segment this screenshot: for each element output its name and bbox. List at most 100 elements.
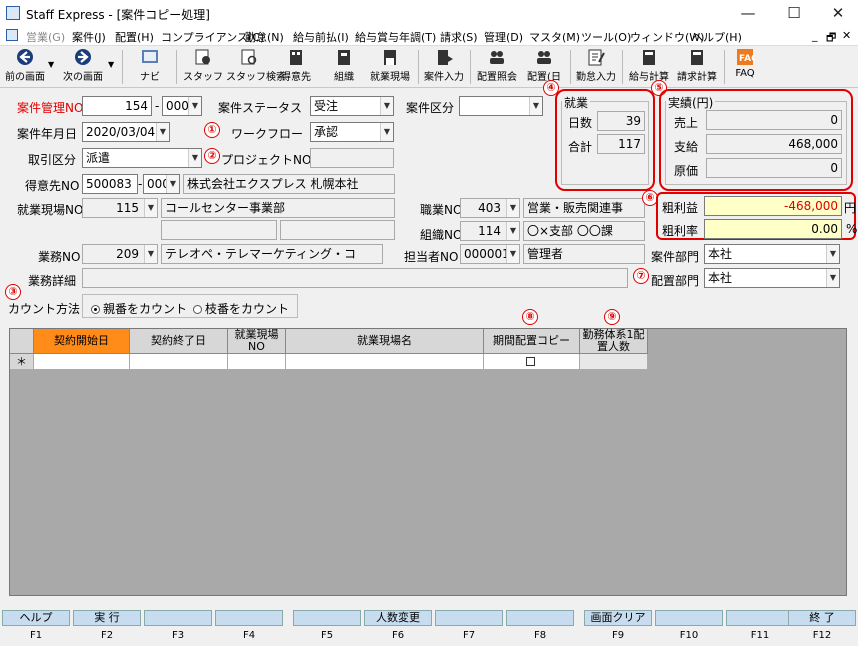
genba-no-field[interactable]: 115 ▼ (82, 198, 158, 218)
radio-oyaban[interactable]: 親番をカウント (91, 300, 187, 317)
anken-sub-select[interactable]: 000 ▼ (162, 96, 202, 116)
f3-button[interactable] (144, 610, 212, 626)
f8-button[interactable] (506, 610, 574, 626)
staff-button[interactable]: スタッフ (182, 48, 224, 86)
cell-period-copy[interactable] (484, 354, 580, 370)
cell-headcount[interactable] (580, 354, 648, 370)
f6-button[interactable]: 人数変更 (364, 610, 432, 626)
col-start-date[interactable]: 契約開始日 (34, 329, 130, 354)
chevron-down-icon: ▼ (144, 199, 157, 217)
customer-button[interactable]: 得意先 (276, 48, 316, 86)
menu-help[interactable]: ヘルプ(H) (692, 29, 742, 45)
maximize-button[interactable]: ☐ (772, 0, 816, 26)
menu-eigyo[interactable]: 営業(G) (26, 29, 65, 45)
staff-search-button[interactable]: スタッフ検索 (226, 48, 286, 86)
col-end-date[interactable]: 契約終了日 (130, 329, 228, 354)
tokui-dash: - (138, 177, 143, 191)
f1-button[interactable]: ヘルプ (2, 610, 70, 626)
worksite-button[interactable]: 就業現場 (366, 48, 414, 86)
cell-start-date[interactable] (34, 354, 130, 370)
menu-maebarai[interactable]: 給与前払(I) (293, 29, 349, 45)
f9-button[interactable]: 画面クリア (584, 610, 652, 626)
f12-button[interactable]: 終 了 (788, 610, 856, 626)
col-period-copy[interactable]: 期間配置コピー (484, 329, 580, 354)
organization-button[interactable]: 組織 (324, 48, 364, 86)
people-calendar-icon (537, 51, 551, 64)
kubun-select[interactable]: ▼ (459, 96, 543, 116)
gyomu-no-field[interactable]: 209 ▼ (82, 244, 158, 264)
f5-key-label: F5 (320, 630, 334, 641)
menu-haichi[interactable]: 配置(H) (115, 29, 154, 45)
menu-seikyu[interactable]: 請求(S) (440, 29, 478, 45)
tokui-no-field[interactable]: 500083 (82, 174, 138, 194)
marker-7: ⑦ (633, 268, 649, 284)
cell-end-date[interactable] (130, 354, 228, 370)
prev-screen-button[interactable]: 前の画面 (2, 48, 48, 86)
next-dropdown-icon[interactable]: ▼ (108, 60, 114, 69)
cell-worksite-name[interactable] (286, 354, 484, 370)
chevron-down-icon: ▼ (506, 222, 519, 240)
shokushu-name-field: 営業・販売関連事 (523, 198, 645, 218)
staff-label: スタッフ (183, 72, 223, 83)
kintai-input-button[interactable]: 勤怠入力 (574, 48, 618, 86)
period-copy-checkbox[interactable] (526, 357, 535, 366)
project-label: プロジェクトNO (221, 153, 312, 167)
radio-edaban[interactable]: 枝番をカウント (193, 300, 289, 317)
f2-button[interactable]: 実 行 (73, 610, 141, 626)
f5-button[interactable] (293, 610, 361, 626)
menu-kyuyo[interactable]: 給与賞与年調(T) (355, 29, 436, 45)
menu-tool[interactable]: ツール(O) (581, 29, 631, 45)
contract-grid[interactable]: 契約開始日 契約終了日 就業現場NO 就業現場名 期間配置コピー 勤務体系1配置… (9, 328, 847, 596)
tanto-no-field[interactable]: 000001 ▼ (460, 244, 520, 264)
organization-icon (338, 50, 350, 65)
cell-worksite-no[interactable] (228, 354, 286, 370)
menu-anken[interactable]: 案件(J) (72, 29, 106, 45)
anken-no-field[interactable]: 154 (82, 96, 152, 116)
f7-button[interactable] (435, 610, 503, 626)
mdi-minimize-button[interactable]: _ (812, 29, 818, 42)
status-select[interactable]: 受注 ▼ (310, 96, 394, 116)
torihiki-select[interactable]: 派遣 ▼ (82, 148, 202, 168)
f4-button[interactable] (215, 610, 283, 626)
menu-master[interactable]: マスタ(M) (529, 29, 580, 45)
toolbar: 前の画面 ▼ 次の画面 ▼ ナビ スタッフ スタッフ検索 得意先 組織 就業現場… (0, 46, 858, 88)
anken-input-button[interactable]: 案件入力 (422, 48, 466, 86)
faq-button[interactable]: FAQ FAQ (728, 48, 762, 86)
bumon-select[interactable]: 本社 ▼ (704, 244, 840, 264)
chevron-down-icon: ▼ (506, 245, 519, 263)
date-field[interactable]: 2020/03/04 ▼ (82, 122, 170, 142)
workflow-select[interactable]: 承認 ▼ (310, 122, 394, 142)
col-worksite-name[interactable]: 就業現場名 (286, 329, 484, 354)
project-field[interactable] (310, 148, 394, 168)
f7-key-label: F7 (462, 630, 476, 641)
haichi-day-button[interactable]: 配置(日 (522, 48, 566, 86)
shokushu-no-field[interactable]: 403 ▼ (460, 198, 520, 218)
close-button[interactable]: ✕ (816, 0, 858, 26)
building-icon (290, 50, 302, 65)
gyomu-no-value: 209 (116, 247, 139, 261)
detail-field[interactable] (82, 268, 628, 288)
people-icon (490, 51, 504, 64)
anken-sub-value: 000 (166, 99, 189, 113)
mdi-close-button[interactable]: ✕ (842, 29, 851, 42)
menu-kintai[interactable]: 勤怠(N) (245, 29, 284, 45)
f10-button[interactable] (655, 610, 723, 626)
col-headcount[interactable]: 勤務体系1配置人数 (580, 329, 648, 354)
f11-button[interactable] (726, 610, 794, 626)
tokui-sub-select[interactable]: 000 ▼ (143, 174, 180, 194)
menu-kanri[interactable]: 管理(D) (484, 29, 523, 45)
count-method-group: 親番をカウント 枝番をカウント (82, 294, 298, 318)
navi-label: ナビ (140, 72, 160, 83)
minimize-button[interactable]: — (726, 0, 770, 26)
navi-button[interactable]: ナビ (130, 48, 170, 86)
navi-icon (142, 50, 158, 63)
haichi-bumon-select[interactable]: 本社 ▼ (704, 268, 840, 288)
prev-dropdown-icon[interactable]: ▼ (48, 60, 54, 69)
soshiki-no-field[interactable]: 114 ▼ (460, 221, 520, 241)
payroll-calc-button[interactable]: 給与計算 (626, 48, 672, 86)
toolbar-separator (724, 50, 725, 84)
haichi-inquiry-button[interactable]: 配置照会 (474, 48, 520, 86)
col-worksite-no[interactable]: 就業現場NO (228, 329, 286, 354)
billing-calc-button[interactable]: 請求計算 (674, 48, 720, 86)
next-screen-button[interactable]: 次の画面 (60, 48, 106, 86)
